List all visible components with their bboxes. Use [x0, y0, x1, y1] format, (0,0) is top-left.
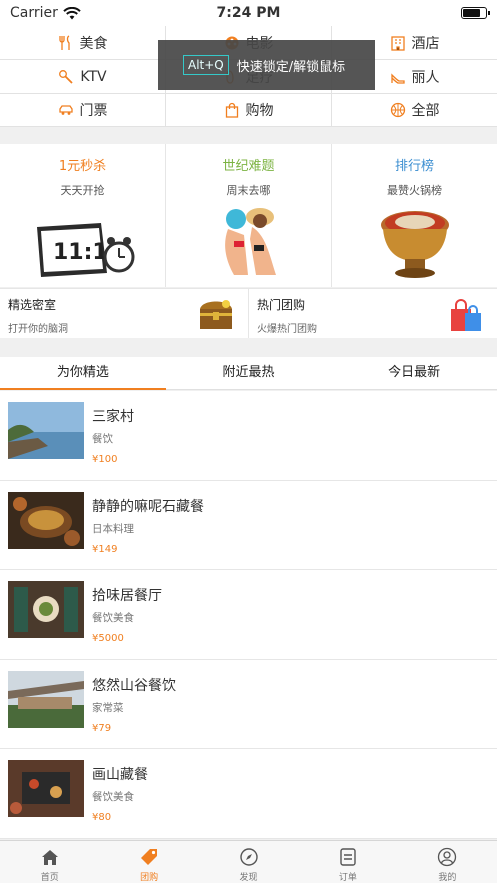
deal-price: ¥149: [92, 543, 118, 555]
promo-subtitle: 天天开抢: [60, 184, 105, 197]
category-label: 门票: [79, 103, 108, 119]
calendar-clock-image: 11:11: [36, 223, 134, 277]
deal-name: 悠然山谷餐饮: [92, 677, 176, 694]
shopping-bag-icon: [225, 102, 238, 118]
carrier-info: Carrier: [10, 5, 81, 21]
category-all[interactable]: 全部: [332, 94, 497, 126]
tabbar-label: 团购: [140, 873, 159, 883]
category-food[interactable]: 美食: [0, 26, 166, 59]
list-item[interactable]: 悠然山谷餐饮 家常菜 ¥79: [0, 660, 497, 749]
deal-price: ¥80: [92, 812, 112, 823]
battery-icon: [461, 7, 490, 19]
shortcut-text: 快速锁定/解锁鼠标: [236, 59, 346, 75]
tab-newest[interactable]: 今日最新: [331, 357, 497, 389]
special-escape-room[interactable]: 精选密室 打开你的脑洞: [0, 289, 249, 338]
thumbnail-restaurant-image: [8, 581, 84, 638]
tabbar-orders[interactable]: 订单: [298, 841, 397, 883]
wifi-icon: [63, 6, 81, 19]
home-icon: [41, 850, 58, 865]
order-icon: [340, 848, 356, 866]
promo-subtitle: 周末去哪: [226, 184, 271, 197]
category-row: 门票 购物 全部: [0, 94, 497, 127]
tabbar-label: 首页: [40, 873, 59, 883]
list-item[interactable]: 三家村 餐饮 ¥100: [0, 391, 497, 481]
category-label: 丽人: [411, 69, 440, 86]
deal-list: 三家村 餐饮 ¥100 静静的嘛呢石藏餐 日本料理 ¥149 拾味居餐厅 餐饮美…: [0, 391, 497, 839]
tabbar-label: 订单: [338, 873, 357, 883]
promo-ranking[interactable]: 排行榜 最赞火锅榜: [332, 144, 497, 287]
tabbar-profile[interactable]: 我的: [398, 841, 497, 883]
promo-title: 排行榜: [394, 159, 434, 174]
user-icon: [438, 847, 457, 867]
deal-price: ¥79: [92, 722, 112, 734]
thumbnail-lake-image: [8, 402, 84, 459]
deal-category: 餐饮美食: [92, 791, 134, 803]
promo-title: 1元秒杀: [58, 159, 107, 174]
thumbnail-grill-image: [8, 760, 84, 817]
high-heel-icon: [390, 72, 405, 84]
deal-name: 静静的嘛呢石藏餐: [92, 498, 204, 515]
microphone-icon: [59, 69, 74, 84]
category-tickets[interactable]: 门票: [0, 94, 166, 126]
promo-weekend[interactable]: 世纪难题 周末去哪: [166, 144, 332, 287]
promo-flash-sale[interactable]: 1元秒杀 天天开抢 11:11: [0, 144, 166, 287]
shortcut-tooltip: Alt+Q 快速锁定/解锁鼠标: [158, 40, 375, 90]
promo-subtitle: 最赞火锅榜: [387, 184, 442, 197]
shopping-bags-image: [451, 299, 481, 331]
bottom-tab-bar: 首页 团购 发现 订单 我的: [0, 840, 497, 883]
deal-name: 画山藏餐: [92, 767, 148, 783]
hotel-icon: [390, 35, 405, 51]
category-label: 购物: [245, 103, 274, 119]
hotpot-image: [380, 211, 449, 278]
ball-icon: [390, 102, 405, 118]
tabbar-discover[interactable]: 发现: [199, 841, 298, 883]
category-label: 酒店: [411, 35, 440, 52]
compass-icon: [239, 848, 258, 866]
treasure-chest-image: [200, 300, 232, 329]
special-hot-deals[interactable]: 热门团购 火爆热门团购: [249, 289, 497, 338]
tab-recommended[interactable]: 为你精选: [0, 357, 166, 390]
deal-category: 餐饮美食: [92, 612, 134, 624]
deal-name: 三家村: [92, 409, 134, 425]
feed-tabs: 为你精选 附近最热 今日最新: [0, 357, 497, 390]
thumbnail-food-image: [8, 491, 84, 549]
tabbar-home[interactable]: 首页: [0, 841, 99, 883]
promo-row: 1元秒杀 天天开抢 11:11 世纪难题 周末去哪 排行榜 最赞火锅榜: [0, 144, 497, 287]
tab-nearby[interactable]: 附近最热: [166, 357, 332, 389]
category-shopping[interactable]: 购物: [166, 94, 332, 126]
tabbar-groupbuy[interactable]: 团购: [99, 841, 198, 883]
beach-couple-image: [224, 208, 276, 275]
category-ktv[interactable]: KTV: [0, 60, 166, 93]
promo-title: 世纪难题: [222, 159, 275, 174]
app-root: Carrier 7:24 PM 美食 电影 酒店: [0, 0, 497, 883]
status-bar: Carrier 7:24 PM: [0, 0, 497, 26]
category-label: 全部: [411, 103, 440, 119]
deal-category: 家常菜: [92, 701, 124, 714]
category-label: KTV: [80, 68, 107, 85]
special-row: 精选密室 打开你的脑洞 热门团购 火爆热门团购: [0, 288, 497, 338]
deal-category: 日本料理: [92, 522, 134, 535]
deal-name: 拾味居餐厅: [92, 588, 162, 604]
carrier-label: Carrier: [10, 5, 58, 21]
tabbar-label: 发现: [239, 873, 258, 883]
fork-knife-icon: [58, 34, 70, 50]
clock: 7:24 PM: [216, 5, 281, 21]
list-item[interactable]: 拾味居餐厅 餐饮美食 ¥5000: [0, 570, 497, 660]
deal-price: ¥100: [92, 454, 118, 465]
thumbnail-valley-image: [8, 670, 84, 728]
shortcut-key: Alt+Q: [183, 55, 229, 75]
tabbar-label: 我的: [438, 873, 457, 883]
deal-category: 餐饮: [92, 433, 113, 445]
car-icon: [58, 105, 73, 115]
list-item[interactable]: 静静的嘛呢石藏餐 日本料理 ¥149: [0, 481, 497, 570]
tag-icon: [141, 849, 158, 865]
category-label: 美食: [79, 35, 108, 52]
deal-price: ¥5000: [92, 633, 124, 644]
list-item[interactable]: 画山藏餐 餐饮美食 ¥80: [0, 749, 497, 839]
